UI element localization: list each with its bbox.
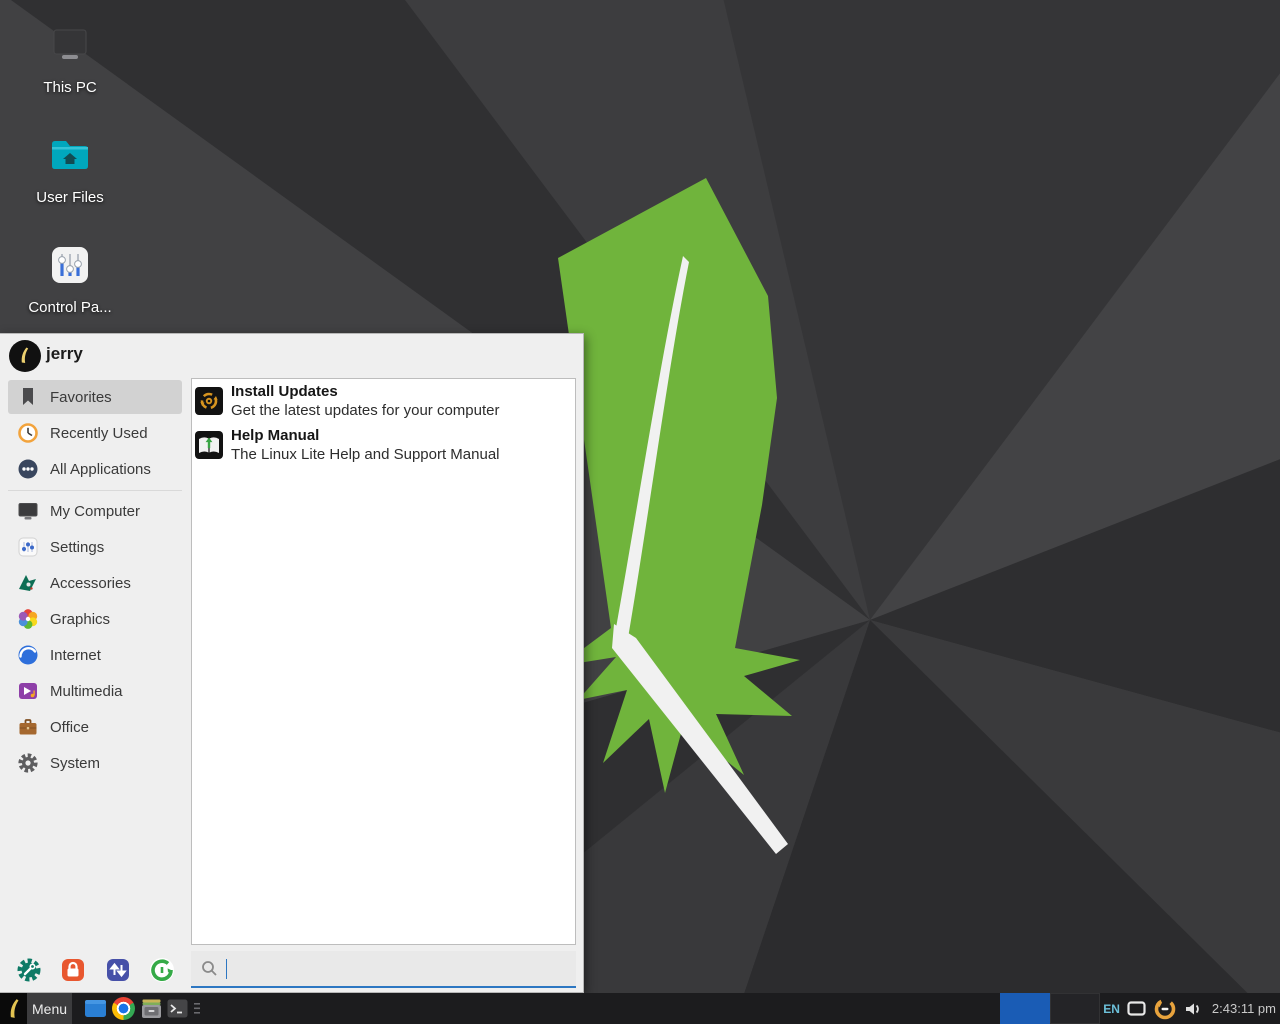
install-updates-icon	[195, 387, 223, 415]
archive-manager-launcher[interactable]	[140, 997, 163, 1020]
category-label: Multimedia	[50, 683, 123, 700]
menu-header: jerry	[0, 334, 583, 378]
terminal-launcher[interactable]	[166, 997, 189, 1020]
terminal-icon	[166, 997, 189, 1020]
chrome-launcher[interactable]	[112, 997, 135, 1020]
switch-user-icon	[104, 956, 132, 984]
quit-button[interactable]	[148, 956, 176, 984]
menu-category-graphics[interactable]: Graphics	[8, 602, 182, 636]
menu-search[interactable]	[191, 951, 576, 988]
application-list: Install Updates Get the latest updates f…	[191, 378, 576, 945]
workspace-2[interactable]	[1050, 993, 1100, 1024]
desktop-icon-label: This PC	[22, 79, 118, 96]
menu-category-multimedia[interactable]: Multimedia	[8, 674, 182, 708]
menu-button[interactable]: Menu	[0, 993, 72, 1024]
category-label: Accessories	[50, 575, 131, 592]
updates-tray-icon[interactable]	[1153, 997, 1177, 1021]
settings-manager-button[interactable]	[15, 956, 43, 984]
file-manager-icon	[84, 997, 107, 1020]
bookmark-icon	[16, 385, 40, 409]
keyboard-layout-indicator[interactable]: EN	[1103, 1002, 1120, 1016]
menu-category-internet[interactable]: Internet	[8, 638, 182, 672]
workspace-1-active[interactable]	[1000, 993, 1050, 1024]
menu-nav-favorites[interactable]: Favorites	[8, 380, 182, 414]
computer-icon	[16, 499, 40, 523]
category-label: Internet	[50, 647, 101, 664]
desktop-icon-label: Control Pa...	[22, 299, 118, 316]
clock-icon	[16, 421, 40, 445]
volume-tray-icon[interactable]	[1184, 1001, 1202, 1017]
app-description: Get the latest updates for your computer	[231, 401, 499, 420]
multimedia-icon	[16, 679, 40, 703]
search-input[interactable]	[227, 950, 576, 987]
category-label: Settings	[50, 539, 104, 556]
search-icon	[201, 960, 218, 977]
all-applications-icon	[16, 457, 40, 481]
desktop-icon-user-files[interactable]: User Files	[22, 132, 118, 206]
desktop-icon-this-pc[interactable]: This PC	[22, 22, 118, 96]
clock[interactable]: 2:43:11 pm	[1212, 1001, 1276, 1016]
application-menu: jerry Favorites Recently Used All Applic…	[0, 333, 584, 993]
archive-manager-icon	[140, 997, 163, 1020]
category-label: Office	[50, 719, 89, 736]
places-menu-icon[interactable]	[192, 997, 202, 1020]
home-folder-icon	[47, 132, 93, 178]
menu-nav-recently-used[interactable]: Recently Used	[8, 416, 182, 450]
nav-label: All Applications	[50, 461, 151, 478]
graphics-icon	[16, 607, 40, 631]
laptop-icon	[47, 22, 93, 68]
username: jerry	[46, 344, 83, 364]
power-icon	[148, 956, 176, 984]
category-label: My Computer	[50, 503, 140, 520]
menu-nav-all-applications[interactable]: All Applications	[8, 452, 182, 486]
control-panel-icon	[47, 242, 93, 288]
display-tray-icon[interactable]	[1127, 1001, 1146, 1016]
desktop-icon-label: User Files	[22, 189, 118, 206]
internet-icon	[16, 643, 40, 667]
help-manual-icon	[195, 431, 223, 459]
office-icon	[16, 715, 40, 739]
desktop: This PC User Files Control Pa...	[0, 0, 1280, 1024]
menu-category-office[interactable]: Office	[8, 710, 182, 744]
category-label: System	[50, 755, 100, 772]
file-manager-launcher[interactable]	[84, 997, 107, 1020]
system-tray: EN 2:43:11 pm	[1103, 993, 1276, 1024]
app-title: Help Manual	[231, 426, 500, 445]
user-avatar[interactable]	[9, 340, 41, 372]
workspace-pager	[1000, 993, 1100, 1024]
app-item-help-manual[interactable]: Help Manual The Linux Lite Help and Supp…	[192, 423, 575, 467]
sidebar-separator	[8, 490, 182, 491]
menu-category-settings[interactable]: Settings	[8, 530, 182, 564]
lock-screen-button[interactable]	[59, 956, 87, 984]
desktop-icon-control-panel[interactable]: Control Pa...	[22, 242, 118, 316]
lock-icon	[59, 956, 87, 984]
menu-button-label: Menu	[32, 1001, 67, 1017]
menu-category-my-computer[interactable]: My Computer	[8, 494, 182, 528]
feather-avatar-icon	[15, 346, 35, 366]
app-description: The Linux Lite Help and Support Manual	[231, 445, 500, 464]
settings-manager-icon	[15, 956, 43, 984]
log-out-button[interactable]	[104, 956, 132, 984]
app-item-install-updates[interactable]: Install Updates Get the latest updates f…	[192, 379, 575, 423]
linux-lite-feather-icon	[0, 993, 27, 1024]
menu-category-system[interactable]: System	[8, 746, 182, 780]
settings-icon	[16, 535, 40, 559]
nav-label: Recently Used	[50, 425, 148, 442]
nav-label: Favorites	[50, 389, 112, 406]
category-label: Graphics	[50, 611, 110, 628]
app-title: Install Updates	[231, 382, 499, 401]
menu-category-accessories[interactable]: Accessories	[8, 566, 182, 600]
taskbar: Menu	[0, 993, 1280, 1024]
system-gear-icon	[16, 751, 40, 775]
accessories-icon	[16, 571, 40, 595]
